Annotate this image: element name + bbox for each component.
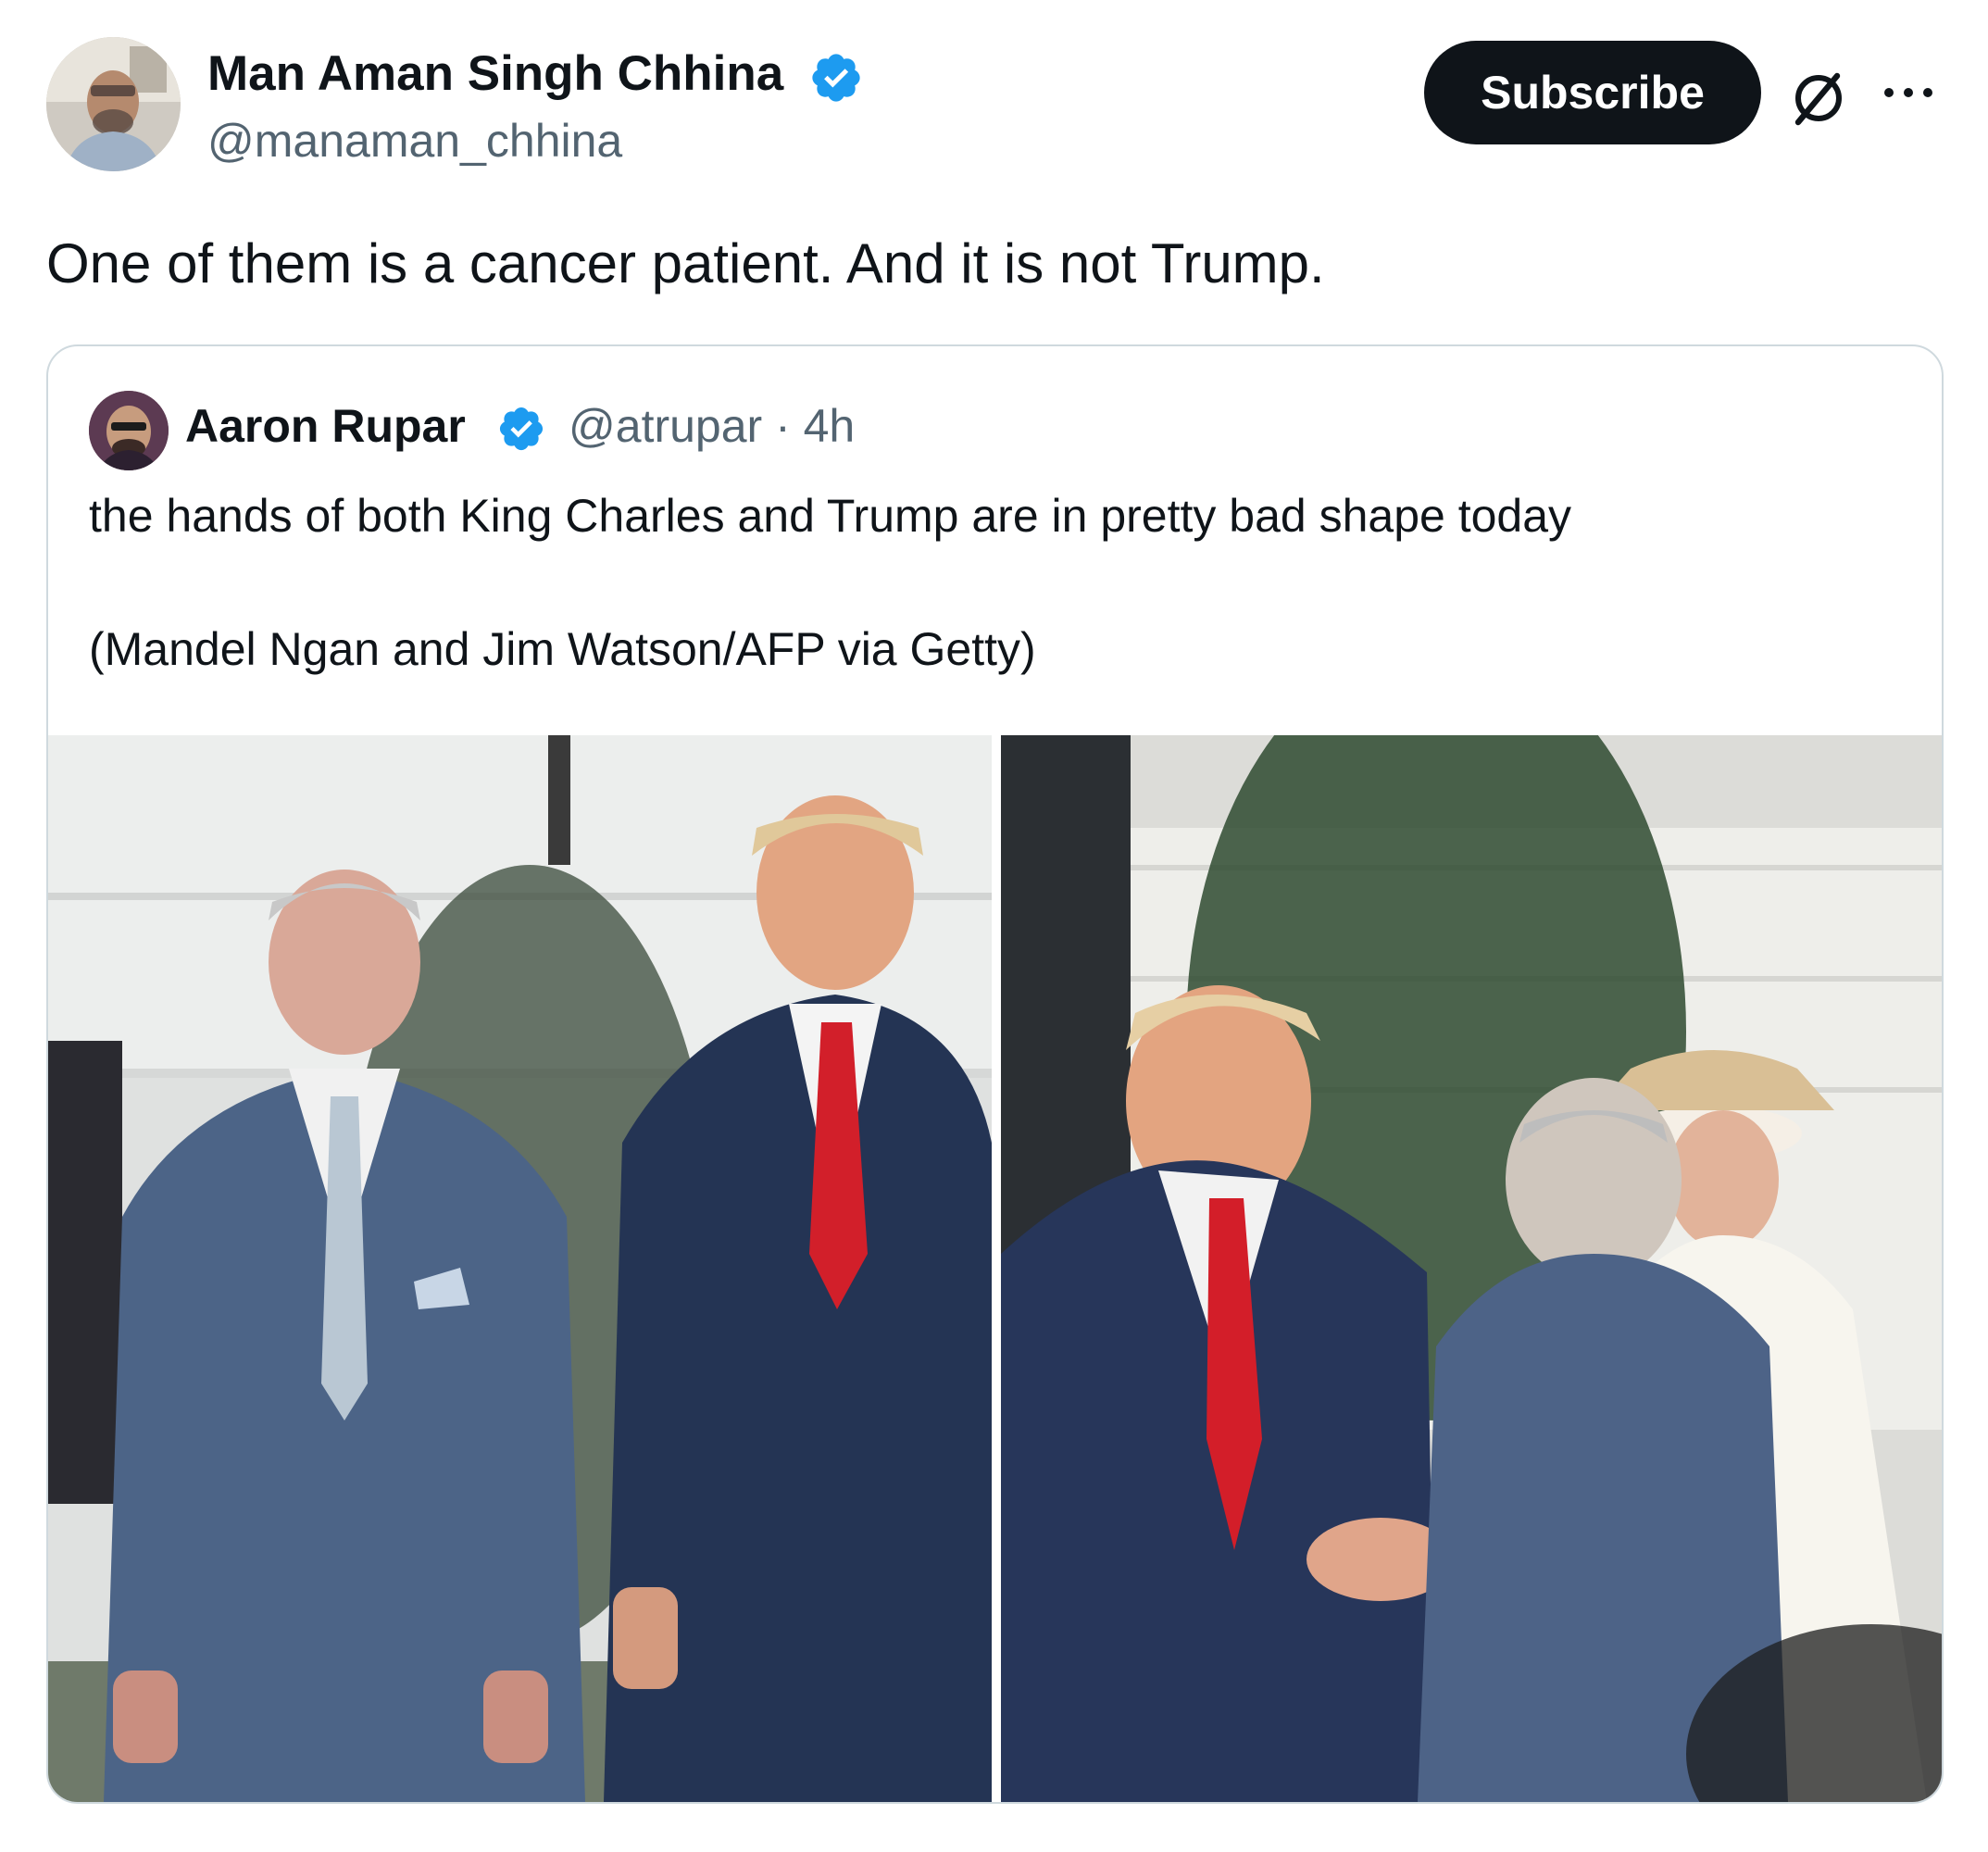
quoted-author-avatar[interactable] [89,391,169,470]
quoted-photo-right[interactable] [1001,735,1942,1802]
author-avatar[interactable] [46,37,181,171]
subscribe-button[interactable]: Subscribe [1424,41,1761,144]
quoted-photo-left[interactable] [48,735,992,1802]
quoted-verified-badge-icon [499,407,544,451]
quoted-author-avatar-image [89,391,169,470]
author-avatar-image [46,37,181,171]
author-name[interactable]: Man Aman Singh Chhina [207,44,783,104]
quoted-author-name[interactable]: Aaron Rupar [185,398,466,454]
verified-badge-icon [812,54,860,102]
grok-icon[interactable] [1789,69,1848,128]
more-options-icon[interactable] [1880,74,1937,111]
tweet-text: One of them is a cancer patient. And it … [46,232,1325,294]
author-handle[interactable]: @manaman_chhina [207,113,622,169]
quoted-author-handle-time[interactable]: @atrupar · 4h [569,398,855,454]
quoted-tweet-text: the hands of both King Charles and Trump… [89,490,1572,542]
photo-divider [992,735,1001,1802]
quoted-tweet-card[interactable]: Aaron Rupar @atrupar · 4h the hands of b… [46,344,1944,1804]
quoted-tweet-photo-credit: (Mandel Ngan and Jim Watson/AFP via Gett… [89,623,1036,675]
